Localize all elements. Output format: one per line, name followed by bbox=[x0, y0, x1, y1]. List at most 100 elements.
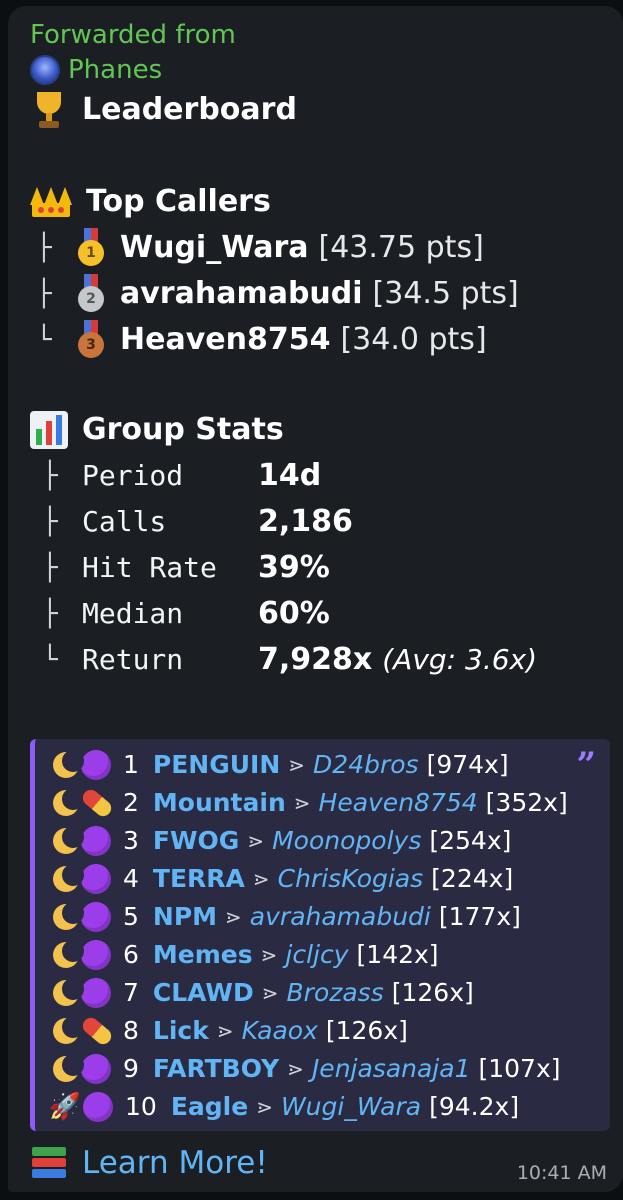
purple-circle-icon bbox=[81, 864, 111, 894]
stat-label: Period bbox=[82, 459, 184, 492]
token-link[interactable]: NPM bbox=[153, 899, 217, 935]
token-link[interactable]: Eagle bbox=[171, 1089, 248, 1125]
stat-label: Return bbox=[82, 643, 184, 676]
leaderboard-row: 6 Memes ⋗ jcljcy [142x] bbox=[49, 937, 439, 973]
multiplier: [974x] bbox=[426, 750, 509, 779]
top-callers-title: Top Callers bbox=[86, 184, 271, 219]
crescent-moon-icon bbox=[49, 864, 84, 894]
leaderboard-rank: 8 bbox=[123, 1016, 139, 1045]
rocket-icon: 🚀 bbox=[48, 1092, 82, 1122]
arrow-icon: ⋗ bbox=[216, 1019, 234, 1043]
multiplier: [142x] bbox=[356, 940, 439, 969]
token-link[interactable]: FARTBOY bbox=[153, 1051, 279, 1087]
forward-source[interactable]: Phanes bbox=[30, 53, 162, 87]
caller-link[interactable]: jcljcy bbox=[285, 937, 348, 973]
pill-icon bbox=[79, 1014, 115, 1048]
leaderboard-row: 8 Lick ⋗ Kaaox [126x] bbox=[49, 1013, 408, 1049]
purple-circle-icon bbox=[81, 978, 111, 1008]
stat-value: 2,186 bbox=[258, 504, 353, 539]
crescent-moon-icon bbox=[49, 1016, 84, 1046]
crescent-moon-icon bbox=[49, 750, 84, 780]
top-callers-heading: Top Callers bbox=[30, 182, 271, 222]
multiplier: [177x] bbox=[438, 902, 521, 931]
crescent-moon-icon bbox=[49, 1054, 84, 1084]
multiplier: [224x] bbox=[431, 864, 514, 893]
multiplier: [94.2x] bbox=[429, 1092, 520, 1121]
stat-row: ├ Period 14d bbox=[42, 456, 321, 496]
avatar bbox=[30, 55, 60, 85]
arrow-icon: ⋗ bbox=[256, 1095, 273, 1119]
token-link[interactable]: FWOG bbox=[153, 823, 239, 859]
top-caller-row: └ 3 Heaven8754 [34.0 pts] bbox=[36, 320, 487, 360]
leaderboard-row: 5 NPM ⋗ avrahamabudi [177x] bbox=[49, 899, 521, 935]
caller-points: [34.0 pts] bbox=[340, 322, 487, 357]
token-link[interactable]: Memes bbox=[153, 937, 253, 973]
bronze-medal-icon: 3 bbox=[76, 320, 106, 360]
stat-value: 14d bbox=[258, 458, 322, 493]
token-link[interactable]: Lick bbox=[153, 1013, 209, 1049]
silver-medal-icon: 2 bbox=[76, 274, 106, 314]
multiplier: [254x] bbox=[429, 826, 512, 855]
leaderboard-rank: 7 bbox=[123, 978, 139, 1007]
top-caller-row: ├ 2 avrahamabudi [34.5 pts] bbox=[36, 274, 519, 314]
purple-circle-icon bbox=[83, 1092, 113, 1122]
leaderboard-row: 4 TERRA ⋗ ChrisKogias [224x] bbox=[49, 861, 513, 897]
purple-circle-icon bbox=[81, 750, 111, 780]
token-link[interactable]: CLAWD bbox=[153, 975, 254, 1011]
group-stats-title: Group Stats bbox=[82, 412, 284, 447]
purple-circle-icon bbox=[81, 940, 111, 970]
learn-more-label: Learn More! bbox=[82, 1145, 268, 1181]
caller-link[interactable]: Moonopolys bbox=[272, 823, 421, 859]
tree-branch: └ bbox=[42, 645, 58, 675]
title-heading: Leaderboard bbox=[30, 90, 297, 130]
stat-label: Hit Rate bbox=[82, 551, 217, 584]
pill-icon bbox=[79, 786, 115, 820]
page-title: Leaderboard bbox=[82, 92, 297, 127]
stat-label: Median bbox=[82, 597, 184, 630]
purple-circle-icon bbox=[81, 902, 111, 932]
tree-branch: └ bbox=[36, 325, 52, 355]
top-caller-row: ├ 1 Wugi_Wara [43.75 pts] bbox=[36, 228, 484, 268]
caller-link[interactable]: Brozass bbox=[287, 975, 384, 1011]
purple-circle-icon bbox=[81, 826, 111, 856]
caller-name: Wugi_Wara bbox=[120, 230, 309, 265]
tree-branch: ├ bbox=[42, 507, 58, 537]
caller-name: avrahamabudi bbox=[120, 276, 363, 311]
tree-branch: ├ bbox=[42, 599, 58, 629]
caller-link[interactable]: Kaaox bbox=[242, 1013, 318, 1049]
multiplier: [126x] bbox=[325, 1016, 408, 1045]
caller-link[interactable]: Heaven8754 bbox=[319, 785, 478, 821]
caller-link[interactable]: ChrisKogias bbox=[278, 861, 424, 897]
arrow-icon: ⋗ bbox=[287, 1057, 304, 1081]
token-link[interactable]: Mountain bbox=[153, 785, 286, 821]
arrow-icon: ⋗ bbox=[288, 753, 306, 777]
learn-more-link[interactable]: Learn More! bbox=[30, 1143, 268, 1183]
caller-link[interactable]: Wugi_Wara bbox=[281, 1089, 421, 1125]
group-stats-heading: Group Stats bbox=[30, 410, 284, 450]
forwarded-label: Forwarded from bbox=[30, 20, 236, 50]
leaderboard-rank: 2 bbox=[123, 788, 139, 817]
token-link[interactable]: PENGUIN bbox=[153, 747, 280, 783]
caller-link[interactable]: D24bros bbox=[313, 747, 419, 783]
books-icon bbox=[30, 1145, 70, 1181]
stat-value: 7,928x bbox=[258, 642, 373, 677]
stat-row: ├ Calls 2,186 bbox=[42, 502, 353, 542]
crescent-moon-icon bbox=[49, 826, 84, 856]
tree-branch: ├ bbox=[36, 233, 52, 263]
leaderboard-rank: 1 bbox=[123, 750, 139, 779]
purple-circle-icon bbox=[81, 1054, 111, 1084]
stat-row: └ Return 7,928x (Avg: 3.6x) bbox=[42, 640, 537, 680]
stat-row: ├ Median 60% bbox=[42, 594, 330, 634]
leaderboard-row: 1 PENGUIN ⋗ D24bros [974x] bbox=[49, 747, 509, 783]
leaderboard-row: 3 FWOG ⋗ Moonopolys [254x] bbox=[49, 823, 511, 859]
token-link[interactable]: TERRA bbox=[153, 861, 245, 897]
crown-icon bbox=[30, 185, 72, 219]
leaderboard-rank: 10 bbox=[125, 1092, 157, 1121]
multiplier: [126x] bbox=[391, 978, 474, 1007]
caller-points: [43.75 pts] bbox=[318, 230, 484, 265]
trophy-icon bbox=[30, 90, 68, 130]
caller-link[interactable]: avrahamabudi bbox=[250, 899, 431, 935]
arrow-icon: ⋗ bbox=[261, 981, 279, 1005]
caller-link[interactable]: Jenjasanaja1 bbox=[312, 1051, 471, 1087]
leaderboard-rank: 9 bbox=[123, 1054, 139, 1083]
